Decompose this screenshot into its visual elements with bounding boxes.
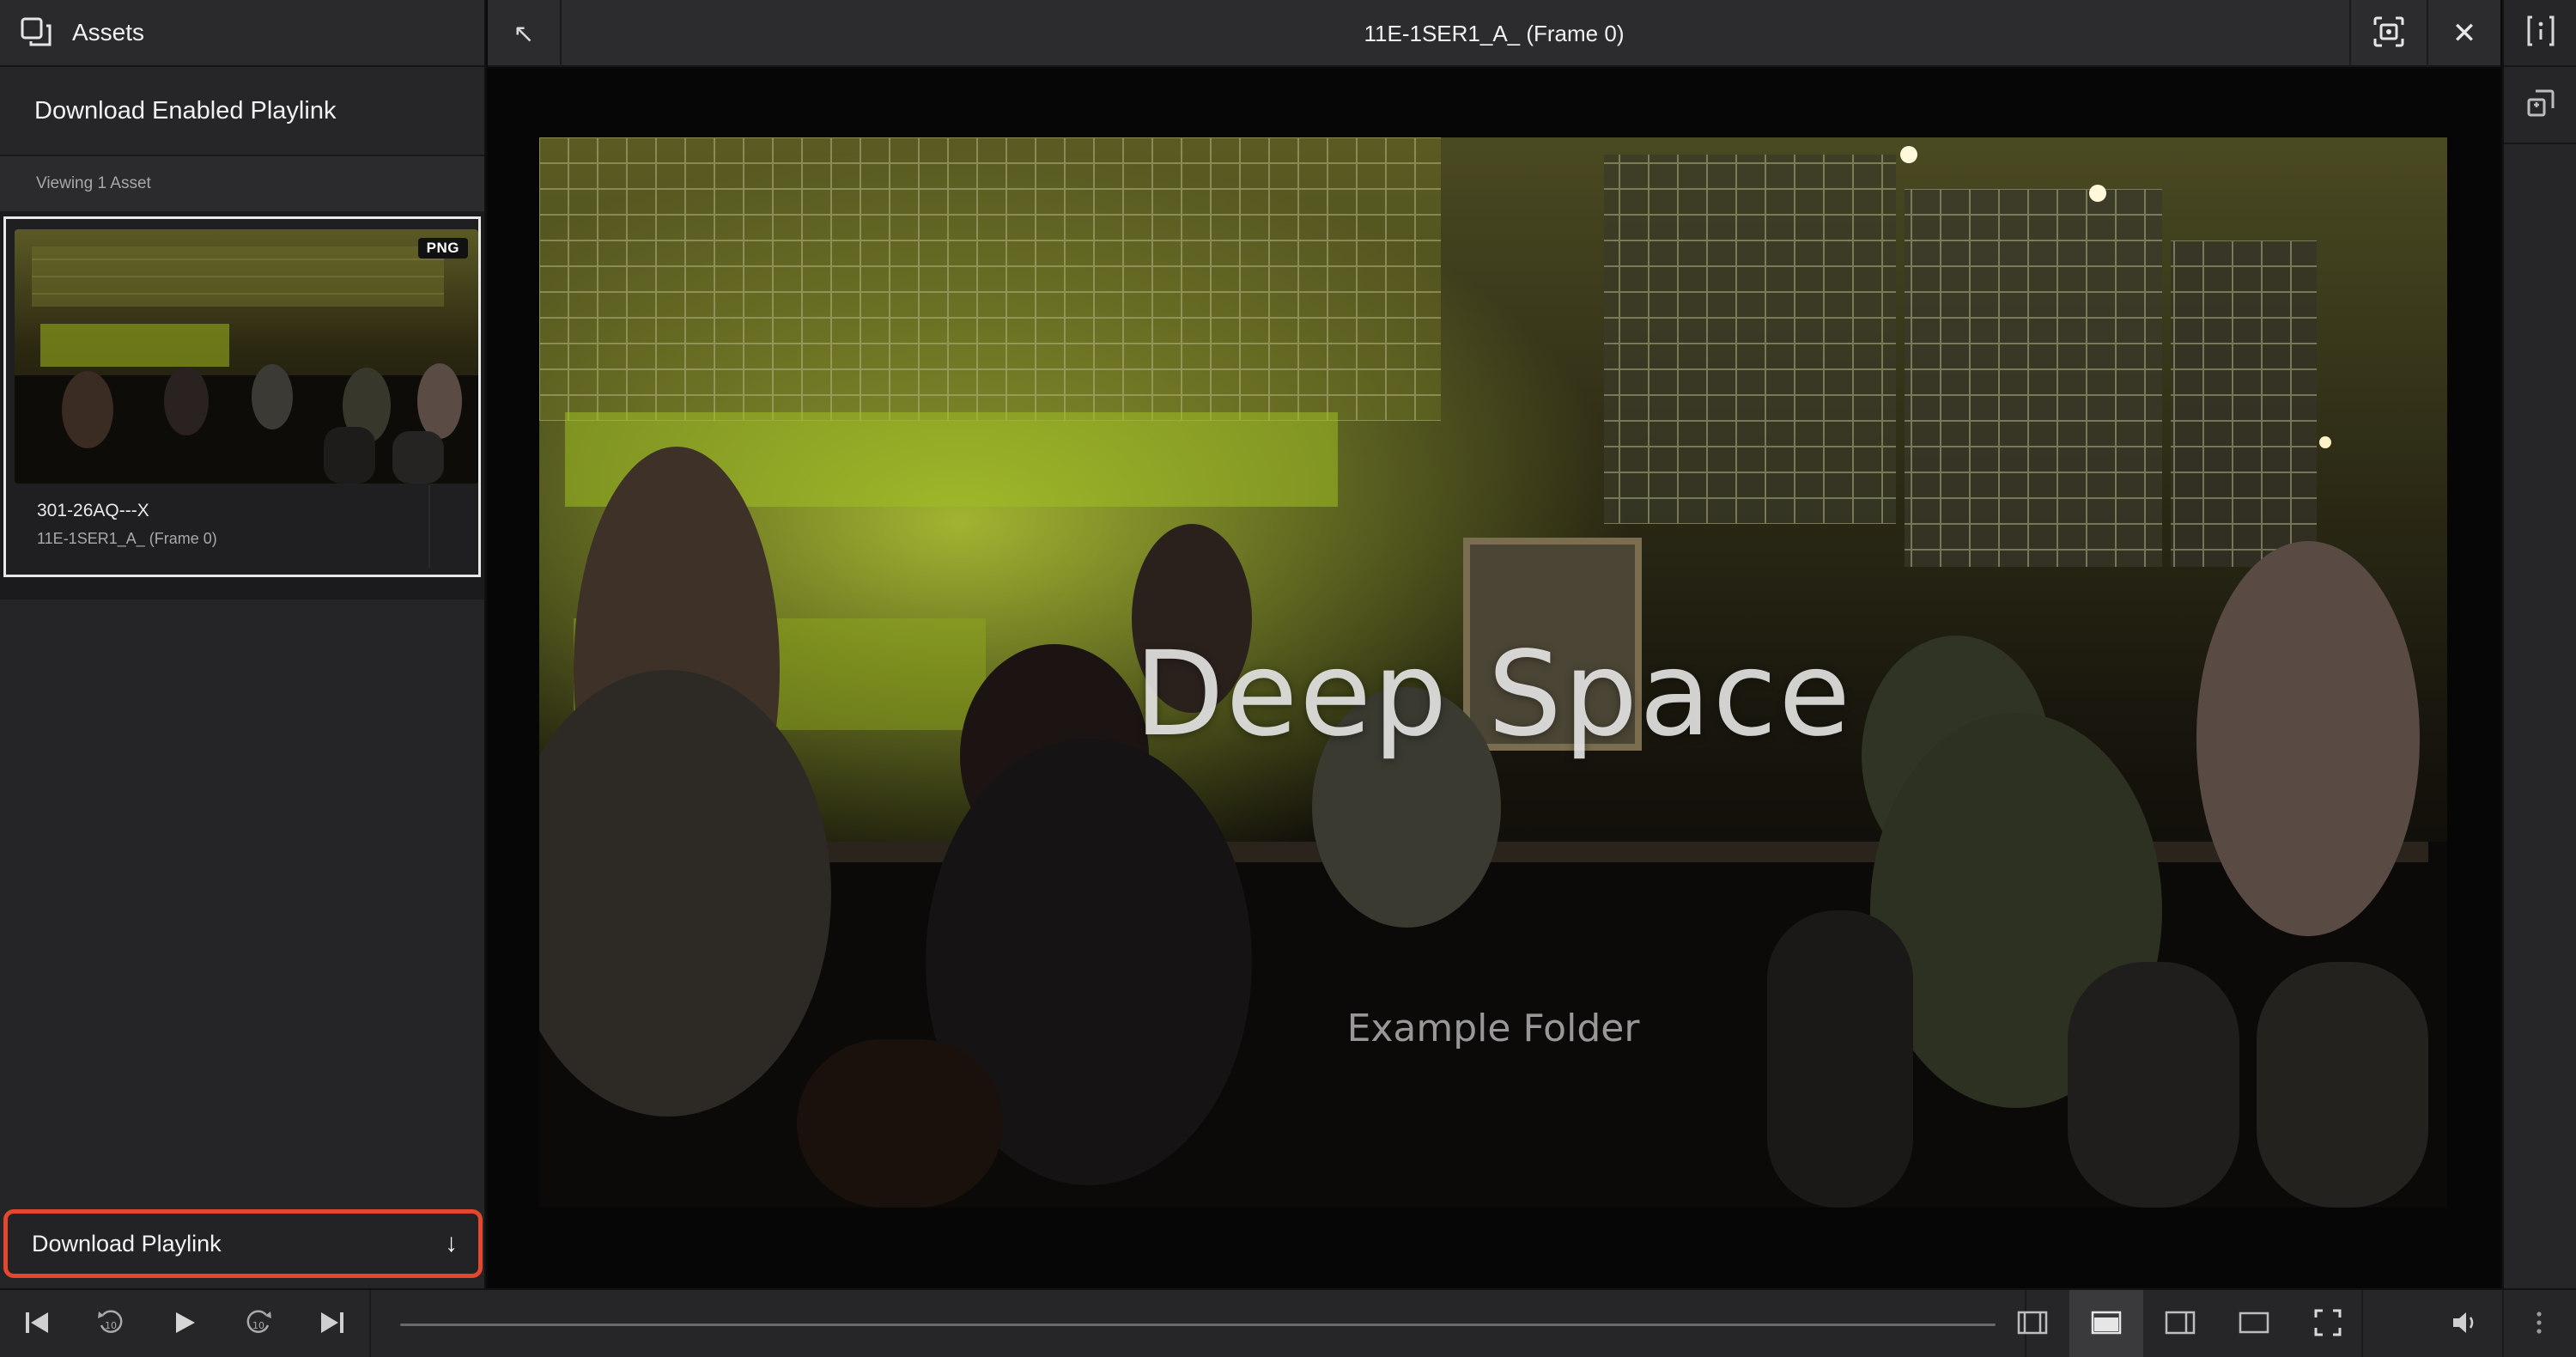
play-icon: [171, 1309, 198, 1341]
play-button[interactable]: [148, 1290, 222, 1357]
app-window: Assets Download Enabled Playlink Viewing…: [0, 0, 2576, 1357]
fullscreen-button[interactable]: [2291, 1290, 2365, 1357]
compare-button[interactable]: [2504, 67, 2576, 144]
file-type-badge: PNG: [417, 238, 468, 259]
fullscreen-icon: [2313, 1308, 2342, 1342]
volume-button[interactable]: [2428, 1290, 2502, 1357]
transport-bar: 10 10: [0, 1288, 2576, 1357]
media-viewer: Deep Space Example Folder: [488, 69, 2500, 1288]
playlink-title: Download Enabled Playlink: [0, 67, 484, 156]
media-frame[interactable]: Deep Space Example Folder: [539, 137, 2447, 1208]
overlay-title: Deep Space: [1133, 627, 1853, 763]
more-options-button[interactable]: [2502, 1290, 2576, 1357]
info-brackets-icon: [2524, 14, 2558, 52]
focus-frame-button[interactable]: [2349, 0, 2427, 67]
forward-10-icon: 10: [242, 1306, 275, 1343]
overlay-subtitle: Example Folder: [1346, 1007, 1640, 1050]
skip-to-start-icon: [22, 1308, 52, 1342]
right-rail: [2502, 0, 2576, 1288]
close-icon: ✕: [2451, 17, 2477, 50]
skip-to-end-icon: [318, 1308, 347, 1342]
assets-icon: [19, 15, 53, 50]
download-playlink-button[interactable]: Download Playlink ↓: [3, 1209, 483, 1278]
layout-switcher: [1996, 1290, 2365, 1357]
viewing-count: Viewing 1 Asset: [0, 156, 484, 211]
focus-frame-icon: [2372, 15, 2406, 53]
download-playlink-label: Download Playlink: [32, 1230, 222, 1257]
skip-to-start-button[interactable]: [0, 1290, 74, 1357]
compare-icon: [2524, 86, 2558, 125]
divider: [428, 485, 430, 568]
layout-top-panel-button[interactable]: [2069, 1290, 2143, 1357]
skip-to-end-button[interactable]: [295, 1290, 369, 1357]
layout-side-panels-button[interactable]: [1996, 1290, 2069, 1357]
layout-right-panel-button[interactable]: [2143, 1290, 2217, 1357]
layout-full-frame-icon: [2239, 1310, 2269, 1340]
asset-list: PNG 301-26AQ---X 11E-1SER1_A_ (Frame 0): [0, 211, 484, 599]
svg-text:10: 10: [252, 1320, 264, 1331]
layout-top-panel-icon: [2091, 1310, 2122, 1340]
sidebar-title: Assets: [72, 19, 145, 46]
viewer-topbar: ↖ 11E-1SER1_A_ (Frame 0) ✕: [488, 0, 2500, 67]
asset-name: 301-26AQ---X: [37, 501, 149, 520]
asset-subtitle: 11E-1SER1_A_ (Frame 0): [37, 530, 217, 547]
info-button[interactable]: [2504, 0, 2576, 67]
more-vertical-icon: [2535, 1310, 2543, 1340]
timeline[interactable]: [369, 1290, 2026, 1357]
layout-right-panel-icon: [2165, 1310, 2196, 1340]
divider: [2361, 1290, 2363, 1357]
assets-sidebar: Assets Download Enabled Playlink Viewing…: [0, 0, 486, 1288]
rewind-10-icon: 10: [94, 1306, 127, 1343]
rewind-10-button[interactable]: 10: [74, 1290, 148, 1357]
viewer-title: 11E-1SER1_A_ (Frame 0): [1364, 20, 1625, 46]
download-arrow-icon: ↓: [445, 1229, 458, 1257]
asset-thumbnail[interactable]: PNG: [15, 229, 478, 484]
svg-text:10: 10: [105, 1320, 117, 1331]
close-button[interactable]: ✕: [2427, 0, 2500, 67]
layout-side-panels-icon: [2017, 1310, 2048, 1340]
asset-card[interactable]: PNG 301-26AQ---X 11E-1SER1_A_ (Frame 0): [3, 216, 481, 577]
sidebar-header[interactable]: Assets: [0, 0, 484, 67]
volume-icon: [2450, 1308, 2481, 1342]
timeline-track[interactable]: [400, 1324, 1996, 1326]
arrow-up-left-icon: ↖: [513, 19, 535, 48]
back-button[interactable]: ↖: [488, 0, 562, 67]
forward-10-button[interactable]: 10: [222, 1290, 295, 1357]
layout-full-frame-button[interactable]: [2217, 1290, 2291, 1357]
